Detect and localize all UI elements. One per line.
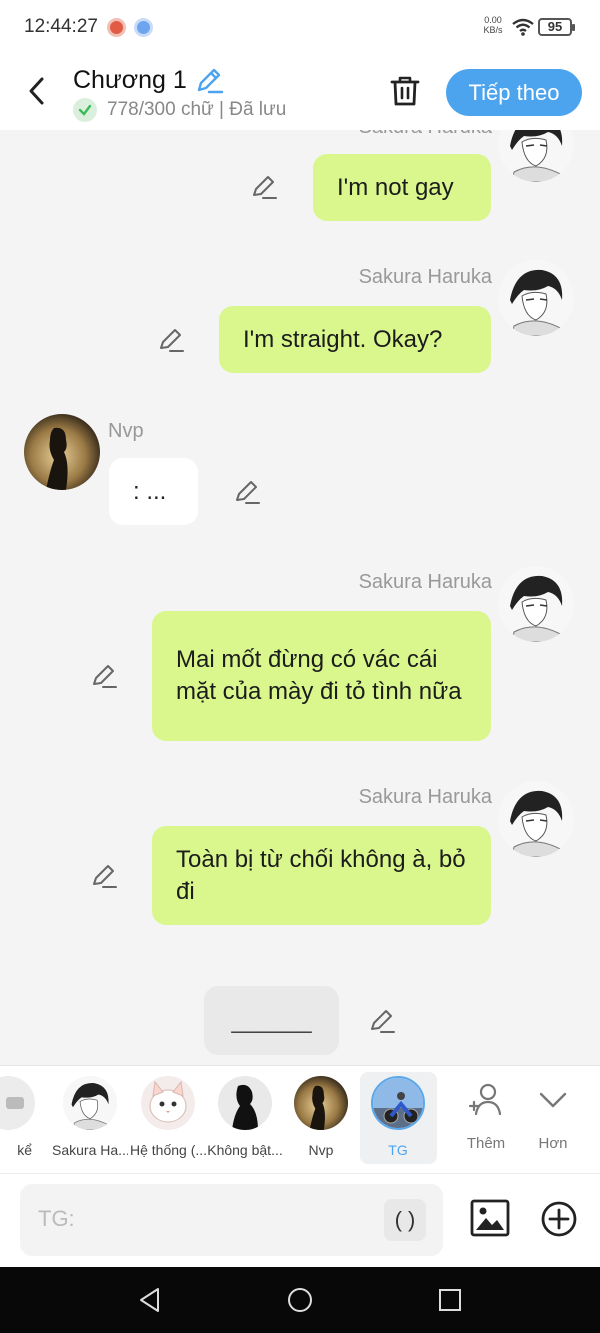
message-text: I'm straight. Okay? bbox=[243, 325, 443, 353]
chevron-down-icon bbox=[539, 1092, 567, 1108]
input-area: TG: ( ) bbox=[0, 1173, 600, 1267]
sakura-avatar[interactable] bbox=[498, 130, 574, 182]
edit-message-icon[interactable] bbox=[250, 173, 278, 201]
chapter-header: Chương 1 778/300 chữ | Đã lưu Tiếp theo bbox=[0, 56, 600, 130]
parenthesis-button[interactable]: ( ) bbox=[384, 1199, 426, 1241]
sakura-avatar[interactable] bbox=[498, 781, 574, 857]
sender-name: Sakura Haruka bbox=[359, 130, 492, 139]
sender-name: Nvp bbox=[108, 420, 144, 442]
image-icon[interactable] bbox=[470, 1198, 510, 1238]
edit-message-icon[interactable] bbox=[157, 326, 185, 354]
add-circle-icon[interactable] bbox=[540, 1200, 578, 1238]
tg-avatar bbox=[371, 1076, 425, 1130]
message-text: Toàn bị từ chối không à, bỏ đi bbox=[176, 845, 466, 905]
nvp-avatar bbox=[294, 1076, 348, 1130]
system-cat-avatar bbox=[141, 1076, 195, 1130]
chat-area[interactable]: Sakura Haruka I'm not gay Sakura Haruka … bbox=[0, 130, 600, 1065]
message-bubble[interactable]: I'm straight. Okay? bbox=[219, 306, 491, 373]
more-label: Hơn bbox=[538, 1135, 568, 1152]
message-text: I'm not gay bbox=[337, 173, 454, 201]
character-narrator[interactable]: kể bbox=[0, 1076, 46, 1158]
add-user-icon bbox=[468, 1083, 502, 1116]
edit-message-icon[interactable] bbox=[368, 1007, 396, 1035]
save-status-row: 778/300 chữ | Đã lưu bbox=[73, 98, 286, 122]
app-notification-icon bbox=[107, 18, 126, 37]
sakura-avatar[interactable] bbox=[498, 566, 574, 642]
character-nvp[interactable]: Nvp bbox=[283, 1076, 359, 1158]
back-button[interactable] bbox=[22, 74, 52, 108]
browser-notification-icon bbox=[134, 18, 153, 37]
silhouette-avatar bbox=[218, 1076, 272, 1130]
edit-title-icon[interactable] bbox=[194, 65, 224, 95]
nav-home-icon[interactable] bbox=[286, 1286, 314, 1314]
character-label: Nvp bbox=[308, 1142, 334, 1158]
edit-message-icon[interactable] bbox=[90, 862, 118, 890]
message-bubble[interactable]: Toàn bị từ chối không à, bỏ đi bbox=[152, 826, 491, 925]
word-count-status: 778/300 chữ | Đã lưu bbox=[107, 99, 287, 120]
edit-message-icon[interactable] bbox=[90, 662, 118, 690]
sender-name: Sakura Haruka bbox=[358, 786, 492, 808]
message-bubble[interactable]: Mai mốt đừng có vác cái mặt của mày đi t… bbox=[152, 611, 491, 741]
character-khong-bat[interactable]: Không bật... bbox=[207, 1076, 283, 1158]
status-time: 12:44:27 bbox=[24, 16, 98, 37]
check-icon bbox=[73, 98, 97, 122]
character-bar[interactable]: kể Sakura Ha... Hệ thống (... Không bật.… bbox=[0, 1065, 600, 1173]
net-speed-value: 0.00 bbox=[484, 15, 502, 25]
sakura-avatar bbox=[63, 1076, 117, 1130]
character-sakura[interactable]: Sakura Ha... bbox=[52, 1076, 128, 1158]
chapter-title[interactable]: Chương 1 bbox=[73, 66, 187, 95]
nav-back-icon[interactable] bbox=[136, 1286, 164, 1314]
wifi-icon bbox=[512, 18, 534, 36]
message-text: Mai mốt đừng có vác cái mặt của mày đi t… bbox=[176, 646, 462, 705]
character-label: Không bật... bbox=[207, 1142, 283, 1158]
character-label: TG bbox=[388, 1142, 408, 1158]
message-text: : ... bbox=[133, 477, 167, 505]
sender-name: Sakura Haruka bbox=[358, 266, 492, 288]
edit-message-icon[interactable] bbox=[233, 478, 261, 506]
message-bubble[interactable]: : ... bbox=[109, 458, 198, 525]
nvp-avatar[interactable] bbox=[24, 414, 100, 490]
character-label: Hệ thống (... bbox=[130, 1142, 206, 1158]
network-speed: 0.00 KB/s bbox=[478, 15, 508, 35]
input-placeholder: TG: bbox=[38, 1206, 75, 1231]
nav-recents-icon[interactable] bbox=[436, 1286, 464, 1314]
net-speed-unit: KB/s bbox=[483, 25, 503, 35]
system-navigation-bar bbox=[0, 1267, 600, 1333]
trash-icon[interactable] bbox=[388, 74, 422, 108]
add-character-button[interactable]: Thêm bbox=[456, 1080, 516, 1152]
character-label: Sakura Ha... bbox=[52, 1142, 128, 1158]
character-system[interactable]: Hệ thống (... bbox=[130, 1076, 206, 1158]
character-label: kể bbox=[17, 1142, 32, 1158]
battery-icon: 95 bbox=[538, 18, 575, 36]
narrator-icon bbox=[0, 1076, 35, 1130]
next-button[interactable]: Tiếp theo bbox=[446, 69, 582, 116]
character-tg[interactable]: TG bbox=[360, 1076, 436, 1158]
narration-bubble[interactable]: ______ bbox=[204, 986, 339, 1055]
sender-name: Sakura Haruka bbox=[358, 571, 492, 593]
message-bubble[interactable]: I'm not gay bbox=[313, 154, 491, 221]
status-bar: 12:44:27 0.00 KB/s 95 bbox=[0, 0, 600, 56]
message-input[interactable]: TG: ( ) bbox=[20, 1184, 443, 1256]
more-button[interactable]: Hơn bbox=[523, 1080, 583, 1152]
message-text: ______ bbox=[231, 1006, 312, 1034]
sakura-avatar[interactable] bbox=[498, 260, 574, 336]
add-label: Thêm bbox=[466, 1135, 506, 1152]
